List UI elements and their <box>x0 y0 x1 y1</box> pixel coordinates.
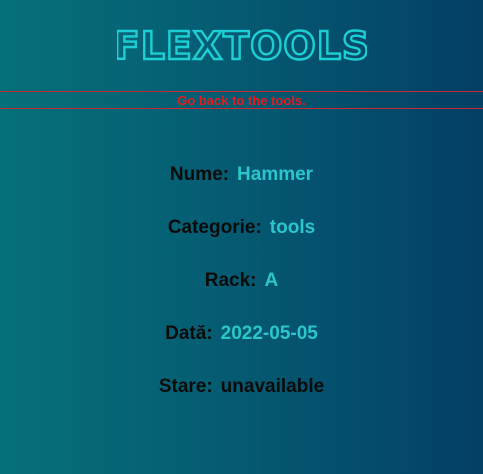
detail-row-date: Dată: 2022-05-05 <box>0 321 483 374</box>
detail-row-name: Nume: Hammer <box>0 162 483 215</box>
detail-row-rack: Rack: A <box>0 268 483 321</box>
detail-row-status: Stare: unavailable <box>0 374 483 427</box>
status-value: unavailable <box>220 376 325 397</box>
app-logo: FLEXTOOLS <box>0 20 483 70</box>
detail-row-category: Categorie: tools <box>0 215 483 268</box>
detail-value: tools <box>269 217 316 238</box>
back-nav-bar: Go back to the tools. <box>0 91 483 109</box>
tool-details: Nume: Hammer Categorie: tools Rack: A Dată:… <box>0 162 483 427</box>
back-to-tools-link[interactable]: Go back to the tools. <box>177 93 306 109</box>
detail-value: Hammer <box>237 164 314 185</box>
logo-wordmark: FLEXTOOLS <box>117 23 367 69</box>
detail-label: Categorie: <box>167 217 262 238</box>
detail-value: A <box>264 270 279 291</box>
logo-text: FLEXTOOLS <box>117 24 367 68</box>
detail-label: Rack: <box>204 270 257 291</box>
detail-label: Stare: <box>158 376 213 397</box>
detail-label: Dată: <box>165 323 213 344</box>
detail-label: Nume: <box>169 164 230 185</box>
detail-value: 2022-05-05 <box>220 323 318 344</box>
